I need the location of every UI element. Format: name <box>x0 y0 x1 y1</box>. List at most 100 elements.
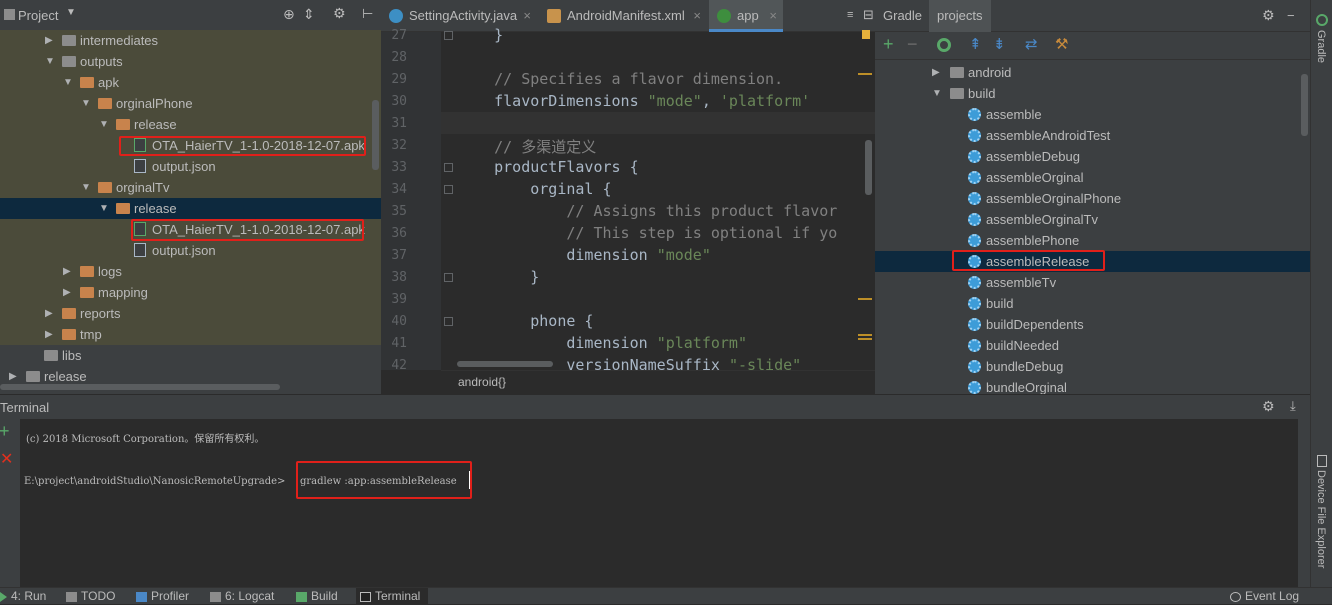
device-file-explorer-tab[interactable]: Device File Explorer <box>1315 470 1327 568</box>
settings-gear-icon[interactable]: ⚙ <box>333 5 346 22</box>
project-tree-item[interactable]: ▼ orginalTv <box>0 177 381 198</box>
project-tree-item[interactable]: ▶ mapping <box>0 282 381 303</box>
link-icon[interactable]: ⇄ <box>1025 35 1038 53</box>
code-line[interactable]: // Assigns this product flavor <box>458 202 837 220</box>
tab-build[interactable]: Build <box>296 588 346 605</box>
gradle-task-item[interactable]: buildNeeded <box>875 335 1310 356</box>
code-line[interactable]: productFlavors { <box>458 158 639 176</box>
project-tree-item[interactable]: output.json <box>0 156 381 177</box>
tab-projects[interactable]: projects <box>929 0 991 32</box>
chevron-down-icon[interactable]: ▼ <box>932 83 942 104</box>
new-session-icon[interactable]: + <box>0 421 10 442</box>
event-log-button[interactable]: Event Log <box>1230 588 1310 605</box>
chevron-right-icon[interactable]: ▶ <box>45 303 53 324</box>
hide-panel-icon[interactable]: ⊢ <box>362 6 373 22</box>
gradle-task-item[interactable]: assembleAndroidTest <box>875 125 1310 146</box>
tree-item-label: tmp <box>80 327 102 342</box>
project-tree-item[interactable]: ▶ reports <box>0 303 381 324</box>
tab-profiler[interactable]: Profiler <box>136 588 196 605</box>
code-line[interactable]: phone { <box>458 312 593 330</box>
project-tree-item[interactable]: ▶ logs <box>0 261 381 282</box>
project-tree-item[interactable]: ▼ apk <box>0 72 381 93</box>
gradle-task-item[interactable]: assembleDebug <box>875 146 1310 167</box>
project-tree-item[interactable]: output.json <box>0 240 381 261</box>
code-line[interactable]: dimension "platform" <box>458 334 747 352</box>
settings-gear-icon[interactable]: ⚙ <box>1262 7 1275 24</box>
chevron-right-icon[interactable]: ▶ <box>932 62 940 83</box>
chevron-down-icon[interactable]: ▼ <box>81 93 91 114</box>
code-area[interactable]: 27 } 28 29 // Specifies a flavor dimension… <box>381 22 875 370</box>
code-line[interactable]: dimension "mode" <box>458 246 711 264</box>
gradle-task-item[interactable]: build <box>875 293 1310 314</box>
breadcrumb[interactable]: android{} <box>458 375 506 389</box>
code-line[interactable]: flavorDimensions "mode", 'platform' <box>458 92 810 110</box>
terminal-output[interactable]: (c) 2018 Microsoft Corporation。保留所有权利。 E… <box>20 419 1298 587</box>
tab-list-icon[interactable]: ≡ <box>847 9 853 21</box>
project-tree-item[interactable]: ▼ release <box>0 114 381 135</box>
refresh-icon[interactable] <box>937 38 951 52</box>
chevron-down-icon[interactable]: ▼ <box>45 51 55 72</box>
gradle-side-tab[interactable]: Gradle <box>1315 30 1327 63</box>
project-tree-item[interactable]: ▼ orginalPhone <box>0 93 381 114</box>
editor-scrollbar[interactable] <box>865 140 872 195</box>
gradle-group-item[interactable]: ▶ android <box>875 62 1310 83</box>
chevron-down-icon[interactable]: ▼ <box>81 177 91 198</box>
gradle-task-item[interactable]: assemblePhone <box>875 230 1310 251</box>
add-icon[interactable]: + <box>883 34 894 55</box>
code-line[interactable]: // 多渠道定义 <box>458 136 596 157</box>
project-scrollbar[interactable] <box>372 100 379 170</box>
code-line[interactable]: // This step is optional if yo <box>458 224 837 242</box>
hide-panel-icon[interactable]: − <box>1287 8 1295 23</box>
gradle-task-item[interactable]: assemble <box>875 104 1310 125</box>
code-line[interactable]: // Specifies a flavor dimension. <box>458 70 783 88</box>
tab-todo[interactable]: TODO <box>66 588 120 605</box>
chevron-right-icon[interactable]: ▶ <box>63 282 71 303</box>
chevron-right-icon[interactable]: ▶ <box>63 261 71 282</box>
fold-icon[interactable] <box>444 31 453 40</box>
collapse-all-icon[interactable]: ⇟ <box>993 35 1006 53</box>
chevron-down-icon[interactable]: ▼ <box>66 7 76 18</box>
project-tree-item[interactable]: ▶ tmp <box>0 324 381 345</box>
editor-hscrollbar[interactable] <box>457 361 553 367</box>
tab-logcat[interactable]: 6: Logcat <box>210 588 280 605</box>
gradle-group-item[interactable]: ▼ build <box>875 83 1310 104</box>
chevron-down-icon[interactable]: ▼ <box>99 198 109 219</box>
gradle-scrollbar[interactable] <box>1301 74 1308 136</box>
fold-icon[interactable] <box>444 273 453 282</box>
gradle-task-item[interactable]: buildDependents <box>875 314 1310 335</box>
fold-icon[interactable] <box>444 185 453 194</box>
close-session-icon[interactable]: ✕ <box>0 449 13 469</box>
chevron-down-icon[interactable]: ▼ <box>99 114 109 135</box>
tab-terminal[interactable]: Terminal <box>356 588 428 605</box>
gradle-task-item[interactable]: assembleTv <box>875 272 1310 293</box>
fold-icon[interactable] <box>444 317 453 326</box>
gradle-task-item[interactable]: assembleOrginalTv <box>875 209 1310 230</box>
code-line[interactable]: } <box>458 268 539 286</box>
tab-run[interactable]: 4: Run <box>0 588 50 605</box>
project-tree-item[interactable]: libs <box>0 345 381 366</box>
chevron-right-icon[interactable]: ▶ <box>45 30 53 51</box>
gradle-task-item[interactable]: assembleOrginal <box>875 167 1310 188</box>
project-hscrollbar[interactable] <box>0 384 280 390</box>
chevron-right-icon[interactable]: ▶ <box>45 324 53 345</box>
split-icon[interactable]: ⊟ <box>863 7 874 23</box>
code-line[interactable]: orginal { <box>458 180 611 198</box>
gradle-task-item[interactable]: bundleDebug <box>875 356 1310 377</box>
warning-marker[interactable] <box>862 30 870 39</box>
locate-icon[interactable]: ⊕ <box>283 6 295 23</box>
settings-gear-icon[interactable]: ⚙ <box>1262 398 1275 415</box>
gradle-task-item[interactable]: assembleOrginalPhone <box>875 188 1310 209</box>
project-view-selector[interactable]: Project <box>18 8 58 23</box>
minimize-icon[interactable]: ⤓ <box>1290 398 1296 414</box>
project-tree-item[interactable]: ▼ outputs <box>0 51 381 72</box>
wrench-icon[interactable]: ⚒ <box>1055 35 1068 53</box>
project-tree-item[interactable]: ▶ intermediates <box>0 30 381 51</box>
chevron-down-icon[interactable]: ▼ <box>63 72 73 93</box>
fold-icon[interactable] <box>444 163 453 172</box>
expand-all-icon[interactable]: ⇞ <box>969 35 982 53</box>
gradle-task-item[interactable]: bundleOrginal <box>875 377 1310 394</box>
code-line[interactable]: } <box>458 26 503 44</box>
project-tree-item[interactable]: ▼ release <box>0 198 381 219</box>
terminal-scrollbar[interactable] <box>1298 419 1310 587</box>
collapse-all-icon[interactable]: ⇕ <box>303 6 315 23</box>
